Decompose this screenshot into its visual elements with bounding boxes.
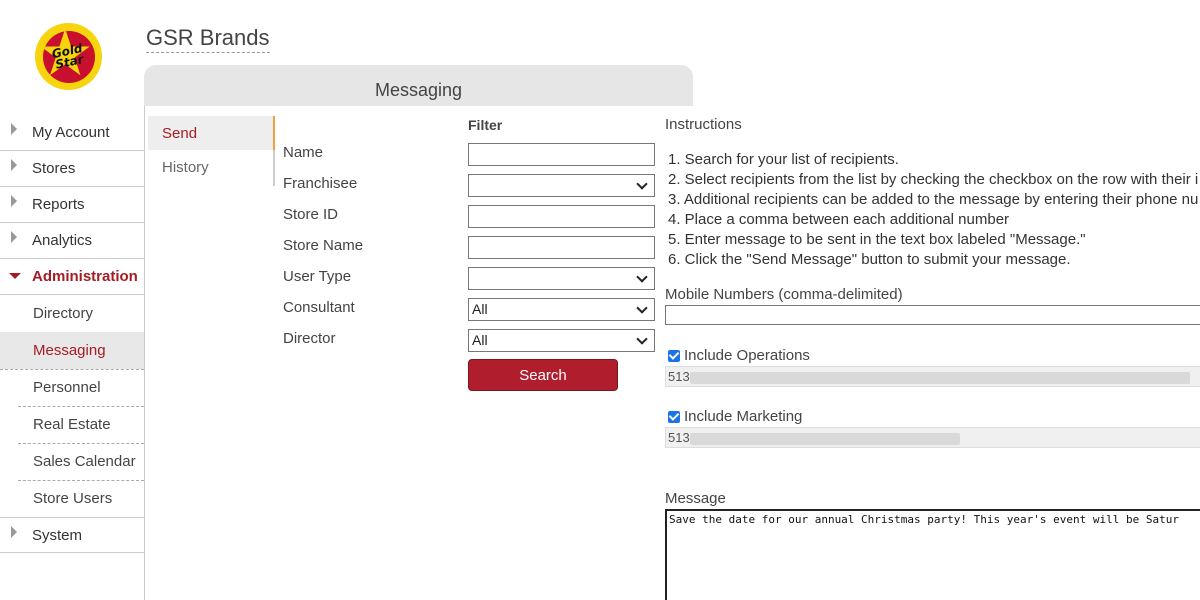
sidebar-item-system[interactable]: System xyxy=(0,517,144,553)
include-marketing-checkbox[interactable] xyxy=(668,410,680,423)
sidebar-subitem-personnel[interactable]: Personnel xyxy=(0,369,144,407)
mobile-numbers-label: Mobile Numbers (comma-delimited) xyxy=(665,286,903,303)
logo-badge: ★ Gold Star xyxy=(42,30,95,83)
sidebar-subitem-label: Directory xyxy=(33,305,94,322)
consultant-select[interactable]: All xyxy=(468,298,655,321)
operations-numbers-field: 513 xyxy=(665,366,1200,387)
chevron-down-icon xyxy=(636,271,648,283)
user-type-label: User Type xyxy=(283,268,352,285)
user-type-select[interactable] xyxy=(468,267,655,290)
message-label: Message xyxy=(665,490,726,507)
caret-right-icon xyxy=(11,123,17,135)
redacted-numbers xyxy=(689,371,1190,384)
tab-send[interactable]: Send xyxy=(148,116,275,150)
sidebar-nav: My Account Stores Reports Analytics Admi… xyxy=(0,115,145,600)
message-textarea[interactable]: Save the date for our annual Christmas p… xyxy=(665,509,1200,600)
store-id-label: Store ID xyxy=(283,206,339,223)
sidebar-subitem-label: Messaging xyxy=(33,342,106,359)
consultant-selected-value: All xyxy=(472,301,488,317)
sidebar-item-label: Analytics xyxy=(32,232,93,249)
director-select[interactable]: All xyxy=(468,329,655,352)
caret-right-icon xyxy=(11,159,17,171)
sidebar-item-label: Stores xyxy=(32,160,76,177)
sidebar-item-label: My Account xyxy=(32,124,110,141)
instruction-step: 1. Search for your list of recipients. xyxy=(668,151,899,168)
store-id-input[interactable] xyxy=(468,205,655,228)
messaging-tab-header: Messaging xyxy=(144,65,693,106)
name-label: Name xyxy=(283,144,324,161)
redacted-numbers xyxy=(689,432,960,445)
director-selected-value: All xyxy=(472,332,488,348)
sidebar-subitem-label: Real Estate xyxy=(33,416,111,433)
gold-star-logo[interactable]: ★ Gold Star xyxy=(35,23,102,90)
sidebar-subitem-real-estate[interactable]: Real Estate xyxy=(0,406,144,444)
instruction-step: 4. Place a comma between each additional… xyxy=(668,211,1010,228)
mobile-numbers-input[interactable] xyxy=(665,305,1200,325)
marketing-numbers-field: 513 xyxy=(665,427,1200,448)
instructions-list: 1. Search for your list of recipients. 2… xyxy=(668,150,1198,270)
instruction-step: 6. Click the "Send Message" button to su… xyxy=(668,251,1071,268)
marketing-numbers-prefix: 513 xyxy=(668,430,690,445)
franchisee-label: Franchisee xyxy=(283,175,358,192)
instruction-step: 2. Select recipients from the list by ch… xyxy=(668,171,1199,188)
caret-right-icon xyxy=(11,195,17,207)
sidebar-subitem-messaging[interactable]: Messaging xyxy=(0,332,144,370)
caret-right-icon xyxy=(11,231,17,243)
sidebar-item-label: System xyxy=(32,526,83,544)
filter-heading: Filter xyxy=(468,117,503,133)
search-button[interactable]: Search xyxy=(468,359,618,391)
sidebar-subitem-store-users[interactable]: Store Users xyxy=(0,480,144,518)
instruction-step: 3. Additional recipients can be added to… xyxy=(668,191,1199,208)
sidebar-subitem-label: Personnel xyxy=(33,379,101,396)
include-marketing-row: Include Marketing xyxy=(668,408,802,425)
store-name-input[interactable] xyxy=(468,236,655,259)
instructions-heading: Instructions xyxy=(665,116,742,133)
sidebar-item-stores[interactable]: Stores xyxy=(0,151,144,187)
operations-numbers-prefix: 513 xyxy=(668,369,690,384)
sidebar-subitem-label: Sales Calendar xyxy=(33,453,136,470)
chevron-down-icon xyxy=(636,333,648,345)
chevron-down-icon xyxy=(636,302,648,314)
consultant-label: Consultant xyxy=(283,299,355,316)
include-marketing-label: Include Marketing xyxy=(684,408,803,425)
sidebar-item-administration[interactable]: Administration xyxy=(0,259,144,295)
franchisee-select[interactable] xyxy=(468,174,655,197)
caret-right-icon xyxy=(11,526,17,538)
sidebar-item-reports[interactable]: Reports xyxy=(0,187,144,223)
caret-down-icon xyxy=(9,273,21,279)
logo-text: Gold Star xyxy=(50,40,85,72)
content-divider xyxy=(144,106,145,600)
include-operations-row: Include Operations xyxy=(668,347,810,364)
sidebar-subitem-label: Store Users xyxy=(33,490,113,507)
sidebar-subitem-sales-calendar[interactable]: Sales Calendar xyxy=(0,443,144,481)
sidebar-subitem-directory[interactable]: Directory xyxy=(0,295,144,333)
brand-title: GSR Brands xyxy=(146,25,270,53)
chevron-down-icon xyxy=(636,178,648,190)
instruction-step: 5. Enter message to be sent in the text … xyxy=(668,231,1086,248)
include-operations-checkbox[interactable] xyxy=(668,349,680,362)
tab-history[interactable]: History xyxy=(148,150,273,184)
director-label: Director xyxy=(283,330,336,347)
include-operations-label: Include Operations xyxy=(684,347,810,364)
sidebar-item-analytics[interactable]: Analytics xyxy=(0,223,144,259)
sidebar-item-my-account[interactable]: My Account xyxy=(0,115,144,151)
name-input[interactable] xyxy=(468,143,655,166)
message-subtabs: Send History xyxy=(148,116,275,186)
store-name-label: Store Name xyxy=(283,237,364,254)
sidebar-item-label: Reports xyxy=(32,196,85,213)
sidebar-item-label: Administration xyxy=(32,268,138,285)
